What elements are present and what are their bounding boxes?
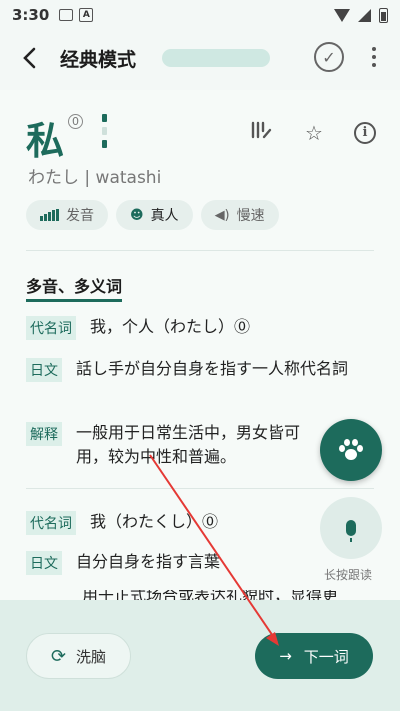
next-word-button[interactable]: → 下一词 xyxy=(255,633,373,679)
microphone-icon xyxy=(346,520,356,542)
pronounce-label: 发音 xyxy=(66,208,94,224)
paw-icon xyxy=(339,439,363,461)
app-bar: 经典模式 ✓ xyxy=(0,30,400,86)
back-button[interactable] xyxy=(4,33,54,83)
bottom-bar: ⟳ 洗脑 → 下一词 xyxy=(0,600,400,711)
entry-text: 用于正式场合或表达礼貌时，显得更 xyxy=(82,590,339,600)
word-reading: わたし | watashi xyxy=(28,168,162,188)
arrow-right-icon: → xyxy=(279,647,292,665)
entry-row: 代名词 我（わたくし）⓪ xyxy=(26,510,304,535)
slow-speed-button[interactable]: ◀) 慢速 xyxy=(200,200,279,230)
divider xyxy=(26,488,374,489)
gallery-notification-icon xyxy=(59,9,74,21)
check-icon: ✓ xyxy=(322,47,336,67)
slow-speed-label: 慢速 xyxy=(236,208,265,224)
entry-text: 一般用于日常生活中，男女皆可用，较为中性和普遍。 xyxy=(76,423,301,466)
signal-icon xyxy=(358,8,371,22)
star-icon[interactable]: ☆ xyxy=(302,121,326,145)
entry-tag: 日文 xyxy=(26,551,62,575)
entry-row: 日文 自分自身を指す言葉 xyxy=(26,550,304,575)
record-hint: 长按跟读 xyxy=(324,568,373,582)
back-arrow-icon xyxy=(23,47,36,69)
font-notification-icon: A xyxy=(79,8,94,22)
assistant-fab[interactable] xyxy=(320,419,382,481)
more-options-button[interactable] xyxy=(362,40,386,74)
wifi-icon xyxy=(334,8,350,22)
entry-tag: 日文 xyxy=(26,358,62,382)
face-icon: ☻ xyxy=(130,207,144,223)
next-word-label: 下一词 xyxy=(303,647,349,666)
entry-text: 話し手が自分自身を指す一人称代名詞 xyxy=(76,359,349,378)
entry-tag: 代名词 xyxy=(26,316,76,340)
page-title: 经典模式 xyxy=(60,48,137,71)
entry-row: 日文 話し手が自分自身を指す一人称代名詞 xyxy=(26,357,374,382)
divider xyxy=(26,250,374,251)
progress-bar xyxy=(162,49,271,67)
real-voice-label: 真人 xyxy=(150,208,179,224)
record-button[interactable] xyxy=(320,497,382,559)
speaker-icon: ◀) xyxy=(214,207,230,223)
pronounce-button[interactable]: 发音 xyxy=(26,200,108,230)
info-icon[interactable]: i xyxy=(354,121,376,144)
status-time: 3:30 xyxy=(12,6,50,24)
entry-row: 解释 一般用于日常生活中，男女皆可用，较为中性和普遍。 xyxy=(26,421,304,469)
section-title: 多音、多义词 xyxy=(26,273,123,302)
status-bar: 3:30 A xyxy=(0,0,400,30)
entry-tag: 解释 xyxy=(26,422,62,446)
entry-tag: 代名词 xyxy=(26,511,76,535)
real-voice-button[interactable]: ☻ 真人 xyxy=(116,200,193,230)
brainwash-button[interactable]: ⟳ 洗脑 xyxy=(26,633,131,679)
entry-text: 自分自身を指す言葉 xyxy=(76,552,221,571)
entry-row: 代名词 我，个人（わたし）⓪ xyxy=(26,315,374,340)
battery-icon xyxy=(379,7,388,23)
brainwash-label: 洗脑 xyxy=(76,647,107,666)
edit-icon[interactable] xyxy=(250,120,274,145)
word-kanji: 私 xyxy=(26,118,65,163)
entry-text: 我，个人（わたし）⓪ xyxy=(90,317,251,336)
entry-text: 我（わたくし）⓪ xyxy=(90,512,219,531)
mark-known-button[interactable]: ✓ xyxy=(314,42,344,72)
entry-row-partial: 用于正式场合或表达礼貌时，显得更 xyxy=(82,590,374,600)
refresh-icon: ⟳ xyxy=(50,645,67,667)
volume-bars-icon xyxy=(40,209,59,221)
pitch-accent-badge: 0 xyxy=(68,114,84,129)
pitch-accent-marks xyxy=(102,114,107,148)
